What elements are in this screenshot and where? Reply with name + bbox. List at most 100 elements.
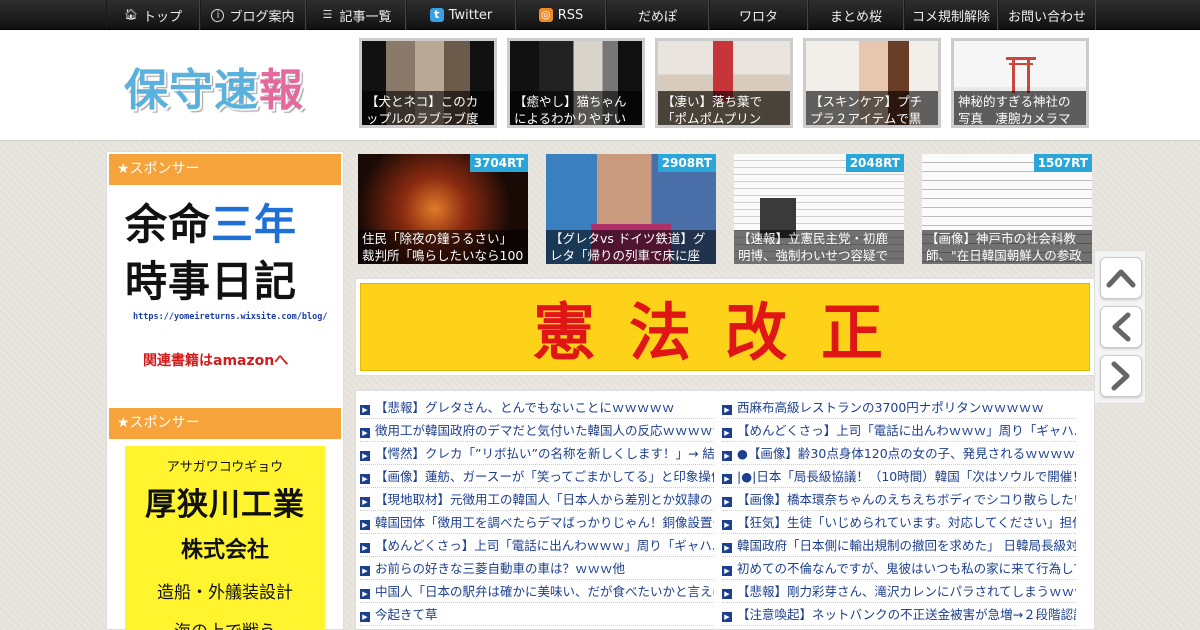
article-link[interactable]: ▶ ●【画像】齢30点身体120点の女の子、発見されるｗｗｗｗ bbox=[722, 442, 1076, 465]
article-link-text: 【めんどくさっ】上司「電話に出んわｗｗｗ」周り「ギャハハ bbox=[375, 538, 714, 553]
arrow-right-icon: ▶ bbox=[360, 543, 370, 553]
link-column-right: ▶ 西麻布高級レストランの3700円ナポリタンｗｗｗｗｗ ▶ 【めんどくさっ】上司「電… bbox=[722, 396, 1076, 629]
sponsor-ad-yomei[interactable]: 余命三年 時事日記 https://yomeireturns.wixsite.c… bbox=[125, 196, 327, 370]
thumb-caption: 住民「除夜の鐘うるさい」裁判所「鳴らしたいなら100 bbox=[358, 230, 528, 264]
article-link[interactable]: ▶ 【めんどくさっ】上司「電話に出んわｗｗｗ」周り「ギャハハ bbox=[722, 419, 1076, 442]
article-link-text: 【画像】橋本環奈ちゃんのえちえちボディでシコり散らしたい bbox=[737, 492, 1076, 507]
nav-item-label: コメ規制解除 bbox=[911, 9, 990, 25]
site-header: 保守速報 【犬とネコ】このカップルのラブラブ度 【癒やし】猫ちゃんによるわかりや… bbox=[0, 30, 1200, 141]
ranking-thumb[interactable]: 2048RT 【速報】立憲民主党・初鹿明博、強制わいせつ容疑で bbox=[734, 154, 904, 264]
article-link[interactable]: ▶ 【狂気】生徒「いじめられています。対応してください」担任 bbox=[722, 511, 1076, 534]
article-link[interactable]: ▶ 中国人「日本の駅弁は確かに美味い、だが食べたいかと言えば bbox=[360, 580, 714, 603]
arrow-right-icon: ▶ bbox=[722, 543, 732, 553]
constitution-banner[interactable]: 憲法改正 bbox=[355, 278, 1095, 376]
nav-item-warota[interactable]: ワロタ bbox=[709, 0, 808, 30]
header-thumb[interactable]: 【凄い】落ち葉で「ポムポムプリン bbox=[655, 38, 793, 128]
nav-item-rss[interactable]: ◎ RSS bbox=[516, 0, 606, 30]
top-nav: 🏠︎ トップ i ブログ案内 ☰ 記事一覧 t Twitter ◎ RSS だめ… bbox=[0, 0, 1200, 30]
nav-item-article-list[interactable]: ☰ 記事一覧 bbox=[306, 0, 406, 30]
article-link[interactable]: ▶ |●|日本「局長級協議！（10時間）韓国「次はソウルで開催！（ bbox=[722, 465, 1076, 488]
header-thumb[interactable]: 【犬とネコ】このカップルのラブラブ度 bbox=[359, 38, 497, 128]
nav-item-label: お問い合わせ bbox=[1007, 9, 1086, 25]
rss-icon: ◎ bbox=[538, 8, 553, 22]
amazon-link[interactable]: 関連書籍はamazonへ bbox=[143, 350, 325, 370]
nav-item-matome-sakura[interactable]: まとめ桜 bbox=[808, 0, 904, 30]
arrow-right-icon: ▶ bbox=[722, 474, 732, 484]
nav-item-label: トップ bbox=[142, 9, 182, 25]
ad-company-kana: アサガワコウギョウ bbox=[166, 460, 284, 475]
nav-item-label: RSS bbox=[557, 7, 584, 23]
nav-item-damepo[interactable]: だめぽ bbox=[606, 0, 709, 30]
ad-title-line1: 余命三年 bbox=[125, 196, 325, 254]
sponsor-heading: ★スポンサー bbox=[109, 154, 341, 185]
article-link[interactable]: ▶ 韓国政府「日本側に輸出規制の撤回を求めた」 日韓局長級対話 bbox=[722, 534, 1076, 557]
thumb-caption: 【犬とネコ】このカップルのラブラブ度 bbox=[362, 91, 494, 125]
article-link-text: |●|日本「局長級協議！（10時間）韓国「次はソウルで開催！（ bbox=[737, 469, 1076, 484]
ad-company-type: 株式会社 bbox=[180, 538, 269, 563]
article-link[interactable]: ▶ 【めんどくさっ】上司「電話に出んわｗｗｗ」周り「ギャハハ bbox=[360, 534, 714, 557]
prev-arrow-icon bbox=[1112, 312, 1131, 342]
nav-item-label: ブログ案内 bbox=[229, 9, 295, 25]
article-link[interactable]: ▶ 【現地取材】元徴用工の韓国人「日本人から差別とか奴隷のよう bbox=[360, 488, 714, 511]
arrow-right-icon: ▶ bbox=[722, 451, 732, 461]
nav-item-twitter[interactable]: t Twitter bbox=[406, 0, 516, 30]
article-link[interactable]: ▶ 【愕然】クレカ「”リボ払い”の名称を新しくします！」→ 結果 bbox=[360, 442, 714, 465]
nav-item-label: だめぽ bbox=[637, 9, 677, 25]
nav-item-contact[interactable]: お問い合わせ bbox=[998, 0, 1096, 30]
article-link[interactable]: ▶ 【悲報】グレタさん、とんでもないことにｗｗｗｗｗ bbox=[360, 396, 714, 419]
thumb-caption: 【画像】神戸市の社会科教師、"在日韓国朝鮮人の参政 bbox=[922, 230, 1092, 264]
ranking-thumb[interactable]: 1507RT 【画像】神戸市の社会科教師、"在日韓国朝鮮人の参政 bbox=[922, 154, 1092, 264]
arrow-right-icon: ▶ bbox=[360, 497, 370, 507]
article-link-text: 韓国団体「徴用工を調べたらデマばっかりじゃん！銅像設置や bbox=[375, 515, 714, 530]
article-link-text: 【画像】蓮舫、ガースーが「笑ってごまかしてる」と印象操作 bbox=[375, 469, 714, 484]
article-link-text: お前らの好きな三菱自動車の車は？ｗｗｗ他 bbox=[375, 561, 626, 576]
article-link[interactable]: ▶ 【画像】橋本環奈ちゃんのえちえちボディでシコり散らしたい bbox=[722, 488, 1076, 511]
arrow-right-icon: ▶ bbox=[360, 566, 370, 576]
up-arrow-icon bbox=[1106, 269, 1136, 288]
banner-text: 憲法改正 bbox=[360, 283, 1090, 371]
ad-slogan: 海の上で戦う bbox=[125, 617, 325, 630]
ranking-thumb[interactable]: 3704RT 住民「除夜の鐘うるさい」裁判所「鳴らしたいなら100 bbox=[358, 154, 528, 264]
article-link-text: 中国人「日本の駅弁は確かに美味い、だが食べたいかと言えば bbox=[375, 584, 714, 599]
ad-title-accent: 三年 bbox=[211, 200, 298, 249]
rt-count-badge: 2048RT bbox=[845, 154, 904, 172]
article-link-text: 初めての不倫なんですが、鬼彼はいつも私の家に来て行為して bbox=[737, 561, 1076, 576]
header-thumb[interactable]: 神秘的すぎる神社の写真 凄腕カメラマ bbox=[951, 38, 1089, 128]
nav-item-comment-unblock[interactable]: コメ規制解除 bbox=[904, 0, 998, 30]
article-link[interactable]: ▶ 西麻布高級レストランの3700円ナポリタンｗｗｗｗｗ bbox=[722, 396, 1076, 419]
article-link[interactable]: ▶ 初めての不倫なんですが、鬼彼はいつも私の家に来て行為して bbox=[722, 557, 1076, 580]
nav-item-top[interactable]: 🏠︎ トップ bbox=[106, 0, 200, 30]
arrow-right-icon: ▶ bbox=[722, 589, 732, 599]
logo-text: 保守速 bbox=[124, 65, 259, 116]
ad-company-name: 厚狭川工業 bbox=[145, 487, 305, 523]
article-link[interactable]: ▶ 今起きて草 bbox=[360, 603, 714, 626]
header-thumb[interactable]: 【スキンケア】プチプラ２アイテムで黒 bbox=[803, 38, 941, 128]
article-link[interactable]: ▶ 韓国団体「徴用工を調べたらデマばっかりじゃん！銅像設置や bbox=[360, 511, 714, 534]
article-link[interactable]: ▶ 【画像】蓮舫、ガースーが「笑ってごまかしてる」と印象操作 bbox=[360, 465, 714, 488]
prev-page-button[interactable] bbox=[1100, 306, 1142, 348]
article-link-text: 【狂気】生徒「いじめられています。対応してください」担任 bbox=[737, 515, 1076, 530]
article-link-text: 【現地取材】元徴用工の韓国人「日本人から差別とか奴隷のよう bbox=[375, 492, 714, 507]
scroll-top-button[interactable] bbox=[1100, 257, 1142, 299]
article-link[interactable]: ▶ 徴用工が韓国政府のデマだと気付いた韓国人の反応ｗｗｗｗｗ bbox=[360, 419, 714, 442]
site-logo[interactable]: 保守速報 bbox=[124, 54, 324, 116]
article-link[interactable]: ▶ お前らの好きな三菱自動車の車は？ｗｗｗ他 bbox=[360, 557, 714, 580]
thumb-caption: 【癒やし】猫ちゃんによるわかりやすい bbox=[510, 91, 642, 125]
twitter-icon: t bbox=[429, 8, 444, 22]
article-link[interactable]: ▶ 【注意喚起】ネットバンクの不正送金被害が急増→２段階認証 bbox=[722, 603, 1076, 626]
ad-business: 造船・外艤装設計 bbox=[157, 583, 293, 603]
header-thumb[interactable]: 【癒やし】猫ちゃんによるわかりやすい bbox=[507, 38, 645, 128]
ad-title-line2: 時事日記 bbox=[125, 257, 298, 306]
article-link[interactable]: ▶ 【悲報】剛力彩芽さん、滝沢カレンにパラされてしまうｗｗｗ bbox=[722, 580, 1076, 603]
article-link-text: 【注意喚起】ネットバンクの不正送金被害が急増→２段階認証 bbox=[737, 607, 1076, 622]
nav-item-blog-guide[interactable]: i ブログ案内 bbox=[200, 0, 306, 30]
page-side-nav bbox=[1094, 250, 1146, 404]
article-link-list: ▶ 【悲報】グレタさん、とんでもないことにｗｗｗｗｗ ▶ 徴用工が韓国政府のデマだと気… bbox=[355, 390, 1095, 630]
next-page-button[interactable] bbox=[1100, 355, 1142, 397]
sponsor-ad-asagawa[interactable]: アサガワコウギョウ 厚狭川工業 株式会社 造船・外艤装設計 海の上で戦う bbox=[125, 446, 325, 630]
article-link-text: 【悲報】グレタさん、とんでもないことにｗｗｗｗｗ bbox=[375, 400, 675, 415]
arrow-right-icon: ▶ bbox=[722, 497, 732, 507]
next-arrow-icon bbox=[1111, 361, 1130, 391]
ranking-thumb[interactable]: 2908RT 【グレタvs ドイツ鉄道】グレタ「帰りの列車で床に座 bbox=[546, 154, 716, 264]
arrow-right-icon: ▶ bbox=[722, 566, 732, 576]
